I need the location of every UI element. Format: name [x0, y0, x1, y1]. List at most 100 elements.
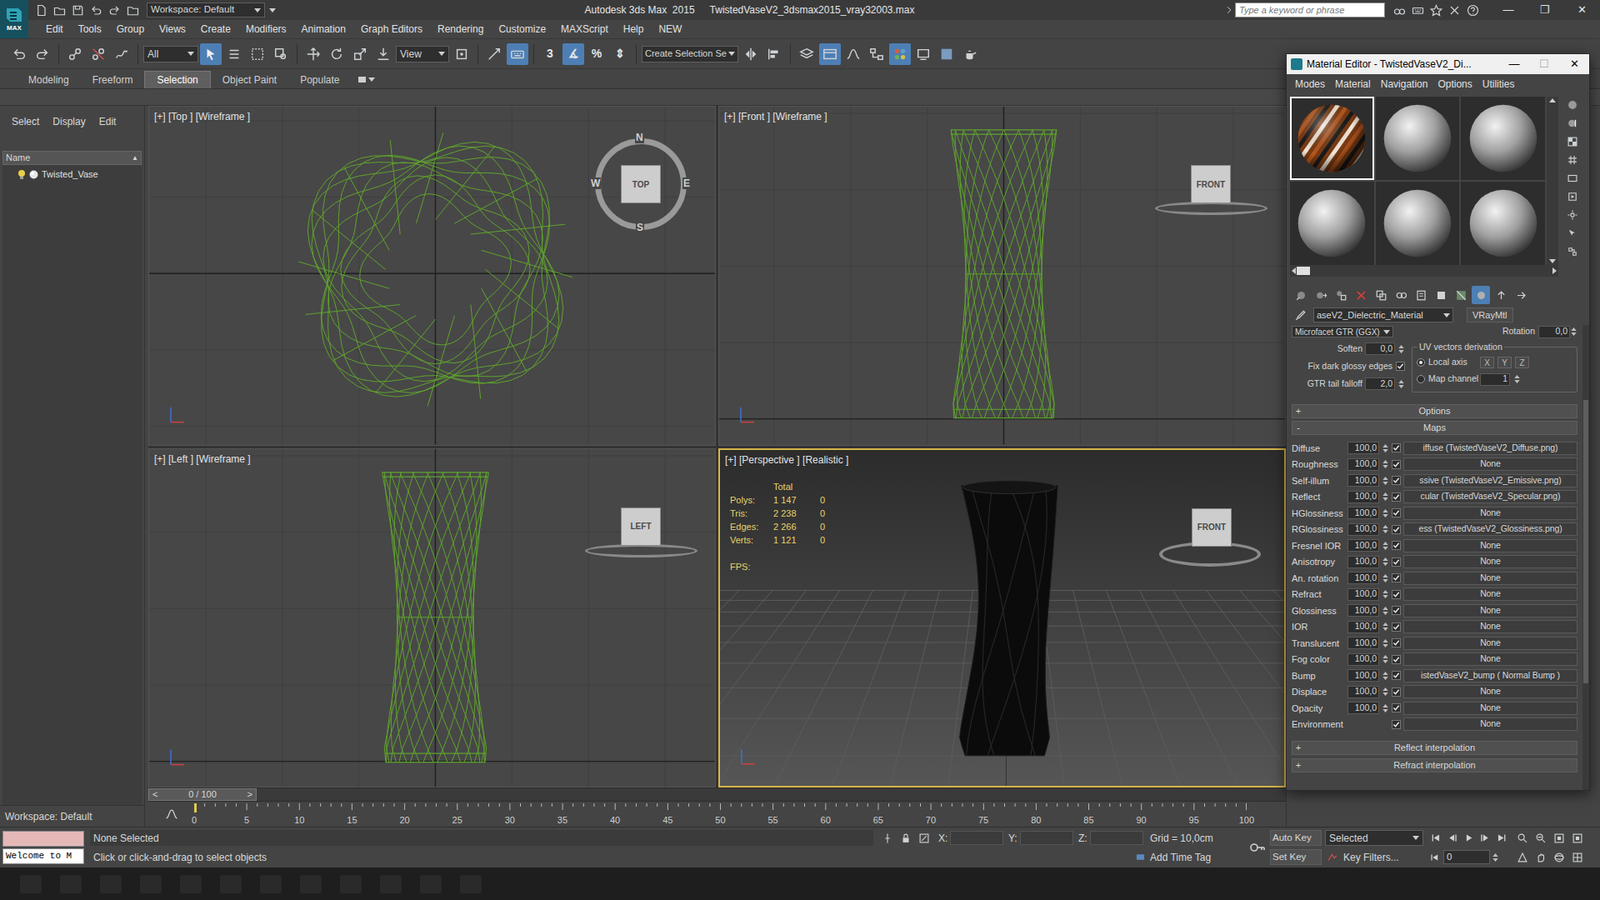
amount-field[interactable]: 100,0 [1347, 620, 1380, 634]
viewport-label[interactable]: [+] [Perspective ] [Realistic ] [725, 452, 849, 468]
make-preview-icon[interactable] [1563, 188, 1582, 205]
spinner[interactable] [1381, 458, 1390, 470]
map-button[interactable]: None [1403, 457, 1578, 471]
menu-item[interactable]: MAXScript [553, 21, 616, 37]
amount-field[interactable]: 100,0 [1347, 571, 1380, 585]
map-button[interactable]: None [1403, 636, 1578, 650]
viewport-label[interactable]: [+] [Front ] [Wireframe ] [724, 109, 828, 125]
viewport-canvas[interactable] [719, 106, 1285, 445]
sample-slot[interactable] [1290, 181, 1375, 265]
search-arrow-icon[interactable] [1223, 1, 1235, 19]
material-editor-window[interactable]: Material Editor - TwistedVaseV2_Di... —☐… [1285, 53, 1590, 791]
taskbar-icon[interactable] [460, 875, 482, 894]
map-checkbox[interactable] [1391, 720, 1401, 730]
window-control[interactable]: — [1499, 55, 1530, 73]
coordinate-field[interactable] [1090, 830, 1144, 845]
select-by-material-icon[interactable] [1563, 225, 1582, 242]
map-button[interactable]: cular (TwistedVaseV2_Specular.png) [1403, 490, 1578, 504]
select-and-link-icon[interactable] [64, 43, 86, 65]
spinner[interactable] [1381, 523, 1390, 535]
taskbar-icon[interactable] [420, 875, 442, 894]
key-filters-button[interactable]: Key Filters... [1343, 850, 1400, 865]
amount-field[interactable]: 100,0 [1347, 474, 1380, 487]
workspace-dropdown[interactable]: Workspace: Default [146, 2, 265, 18]
go-forward-sibling-icon[interactable] [1511, 285, 1530, 305]
taskbar-icon[interactable] [300, 875, 322, 894]
mirror-icon[interactable] [740, 43, 762, 65]
absolute-mode-icon[interactable] [915, 830, 934, 846]
light-bulb-icon[interactable] [17, 169, 26, 180]
ribbon-tab[interactable]: Modeling [16, 70, 81, 89]
maxscript-listener-input[interactable]: Welcome to M [2, 848, 85, 865]
viewport[interactable]: [+] [Front ] [Wireframe ] FRONT [718, 105, 1286, 446]
viewport-label[interactable]: [+] [Left ] [Wireframe ] [154, 451, 251, 467]
map-checkbox[interactable] [1391, 492, 1401, 502]
previous-frame-button[interactable]: < [152, 787, 158, 802]
window-control[interactable]: ❐ [1526, 1, 1564, 19]
menu-item[interactable]: Options [1432, 76, 1477, 92]
sample-slot[interactable] [1460, 96, 1545, 180]
explorer-menu[interactable]: Select [11, 114, 40, 130]
place-icon[interactable] [372, 43, 395, 65]
window-control[interactable]: ☐ [1529, 55, 1560, 73]
axis-button[interactable]: X [1480, 356, 1495, 369]
explorer-menu[interactable]: Edit [99, 114, 117, 130]
options-icon[interactable] [1563, 206, 1582, 224]
go-to-start-icon[interactable] [1426, 830, 1444, 846]
track-bar[interactable]: 0510152025303540455055606570758085909510… [194, 801, 1247, 827]
snap-toggle[interactable]: ∡ [562, 43, 585, 65]
map-checkbox[interactable] [1391, 573, 1401, 583]
fix-dark-checkbox[interactable] [1395, 361, 1405, 371]
material-editor-icon[interactable] [889, 43, 911, 65]
menu-item[interactable]: Edit [38, 21, 71, 37]
slots-horizontal-scrollbar[interactable] [1290, 265, 1559, 277]
go-to-parent-icon[interactable] [1491, 285, 1510, 305]
map-checkbox[interactable] [1391, 540, 1401, 550]
gtr-field[interactable]: 2,0 [1365, 377, 1395, 390]
sample-slot[interactable] [1460, 181, 1545, 265]
axis-button[interactable]: Y [1497, 356, 1512, 369]
render-icon[interactable] [959, 43, 981, 65]
map-button[interactable]: ess (TwistedVaseV2_Glossiness.png) [1403, 522, 1578, 536]
map-button[interactable]: iffuse (TwistedVaseV2_Diffuse.png) [1403, 441, 1578, 455]
rendered-frame-icon[interactable] [935, 43, 958, 65]
taskbar-icon[interactable] [380, 875, 402, 894]
auto-key-button[interactable]: Auto Key [1270, 830, 1322, 846]
map-button[interactable]: None [1403, 652, 1578, 666]
spinner[interactable] [1381, 702, 1390, 715]
amount-field[interactable]: 100,0 [1347, 555, 1380, 569]
map-checkbox[interactable] [1391, 622, 1401, 632]
map-checkbox[interactable] [1391, 460, 1401, 470]
map-checkbox[interactable] [1391, 443, 1401, 453]
viewport-canvas[interactable] [720, 450, 1285, 787]
map-checkbox[interactable] [1391, 638, 1401, 648]
assign-material-icon[interactable] [1331, 285, 1350, 305]
viewport[interactable]: [+] [Perspective ] [Realistic ] FRONT To… [718, 448, 1286, 789]
viewport-label[interactable]: [+] [Top ] [Wireframe ] [154, 109, 250, 125]
taskbar-icon[interactable] [340, 875, 362, 894]
window-crossing-icon[interactable] [270, 43, 292, 65]
communication-center-icon[interactable] [1408, 0, 1427, 20]
material-type-button[interactable]: VRayMtl [1466, 307, 1514, 323]
amount-field[interactable]: 100,0 [1347, 490, 1380, 504]
params-scrollbar[interactable] [1582, 325, 1590, 790]
viewport[interactable]: [+] [Left ] [Wireframe ] LEFT [148, 448, 716, 789]
zoom-all-icon[interactable] [1531, 830, 1550, 846]
map-checkbox[interactable] [1391, 655, 1401, 665]
isolate-pin-icon[interactable] [878, 830, 897, 846]
app-logo[interactable]: MAX [0, 0, 29, 39]
taskbar-icon[interactable] [260, 875, 282, 894]
put-to-library-icon[interactable] [1411, 285, 1430, 305]
current-frame-field[interactable]: 0 [1443, 850, 1490, 865]
select-object-icon[interactable] [200, 43, 222, 65]
soften-field[interactable]: 0,0 [1365, 342, 1395, 355]
map-button[interactable]: None [1403, 571, 1578, 585]
compass-ring[interactable] [585, 544, 698, 558]
spinner[interactable] [1381, 507, 1390, 520]
mini-curve-editor-icon[interactable] [163, 805, 180, 823]
map-button[interactable]: None [1403, 604, 1578, 618]
sample-slot[interactable] [1290, 96, 1375, 180]
set-key-button[interactable]: Set Key [1270, 849, 1322, 865]
spinner[interactable] [1381, 620, 1390, 633]
maps-rollout[interactable]: -Maps [1291, 420, 1578, 435]
